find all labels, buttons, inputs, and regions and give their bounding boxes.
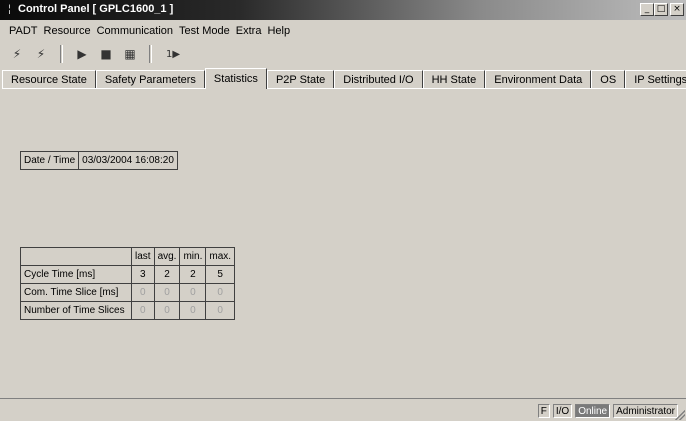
tab-statistics[interactable]: Statistics	[204, 68, 267, 89]
menu-padt[interactable]: PADT	[6, 25, 41, 37]
resize-grip-icon[interactable]	[675, 410, 685, 420]
column-header-last: last	[131, 247, 155, 266]
statistics-table: last avg. min. max. Cycle Time [ms] 3 2 …	[20, 247, 236, 320]
cell-value: 0	[179, 301, 207, 320]
tab-os[interactable]: OS	[591, 70, 626, 89]
tab-environment-data[interactable]: Environment Data	[485, 70, 592, 89]
row-label: Number of Time Slices	[20, 301, 132, 320]
menu-communication[interactable]: Communication	[94, 25, 176, 37]
cell-value: 0	[153, 301, 181, 320]
window-title: Control Panel [ GPLC1600_1 ]	[18, 3, 174, 15]
row-label: Cycle Time [ms]	[20, 265, 132, 284]
column-header-min: min.	[179, 247, 207, 266]
window-controls: _ □ ×	[640, 3, 684, 17]
tab-resource-state[interactable]: Resource State	[2, 70, 96, 89]
menu-resource[interactable]: Resource	[41, 25, 94, 37]
menu-test-mode[interactable]: Test Mode	[176, 25, 233, 37]
tab-ip-settings[interactable]: IP Settings	[625, 70, 686, 89]
cell-value: 2	[153, 265, 181, 284]
minimize-button[interactable]: _	[640, 3, 654, 16]
cell-value: 5	[205, 265, 236, 284]
close-button[interactable]: ×	[670, 3, 684, 16]
cell-value: 0	[131, 301, 155, 320]
table-corner-cell	[20, 247, 132, 266]
table-row: Cycle Time [ms] 3 2 2 5	[20, 265, 236, 284]
status-online-indicator: Online	[575, 404, 611, 418]
status-bar: F I/O Online Administrator	[0, 398, 686, 421]
table-row: Number of Time Slices 0 0 0 0	[20, 301, 236, 320]
row-label: Com. Time Slice [ms]	[20, 283, 132, 302]
disconnect-icon[interactable]: ⚡	[32, 45, 50, 63]
menu-help[interactable]: Help	[264, 25, 293, 37]
download-icon[interactable]: ▦	[121, 45, 139, 63]
stop-icon[interactable]: ■	[97, 45, 115, 63]
toolbar-separator	[60, 45, 63, 63]
tab-p2p-state[interactable]: P2P State	[266, 70, 335, 89]
plc-app-icon[interactable]: ¦	[3, 3, 16, 16]
cell-value: 0	[179, 283, 207, 302]
cell-value: 0	[131, 283, 155, 302]
column-header-max: max.	[205, 247, 236, 266]
status-f-indicator: F	[537, 404, 550, 418]
run-icon[interactable]: ▶	[73, 45, 91, 63]
date-time-label: Date / Time	[19, 151, 80, 170]
single-step-icon[interactable]: 1▶	[162, 45, 184, 63]
tab-safety-parameters[interactable]: Safety Parameters	[95, 70, 205, 89]
maximize-button[interactable]: □	[654, 3, 668, 16]
cell-value: 0	[153, 283, 181, 302]
menu-extra[interactable]: Extra	[233, 25, 265, 37]
statistics-panel: Date / Time 03/03/2004 16:08:20 last avg…	[2, 88, 686, 396]
date-time-value: 03/03/2004 16:08:20	[78, 151, 178, 170]
menu-bar: PADT Resource Communication Test Mode Ex…	[0, 22, 686, 40]
toolbar-separator	[149, 45, 152, 63]
cell-value: 3	[131, 265, 155, 284]
status-io-indicator: I/O	[552, 404, 573, 418]
status-user: Administrator	[613, 404, 678, 418]
tab-hh-state[interactable]: HH State	[422, 70, 486, 89]
control-panel-window: ¦ Control Panel [ GPLC1600_1 ] _ □ × PAD…	[0, 0, 686, 421]
cell-value: 2	[179, 265, 207, 284]
connect-icon[interactable]: ⚡	[8, 45, 26, 63]
status-cells: F I/O Online Administrator	[537, 404, 678, 418]
title-bar: ¦ Control Panel [ GPLC1600_1 ] _ □ ×	[0, 0, 686, 20]
date-time-table: Date / Time 03/03/2004 16:08:20	[19, 151, 178, 170]
toolbar: ⚡ ⚡ ▶ ■ ▦ 1▶	[0, 42, 686, 66]
table-row: Com. Time Slice [ms] 0 0 0 0	[20, 283, 236, 302]
cell-value: 0	[205, 301, 236, 320]
tab-strip: Resource State Safety Parameters Statist…	[2, 68, 686, 89]
table-header-row: last avg. min. max.	[20, 247, 236, 266]
tab-distributed-io[interactable]: Distributed I/O	[334, 70, 423, 89]
column-header-avg: avg.	[153, 247, 181, 266]
cell-value: 0	[205, 283, 236, 302]
